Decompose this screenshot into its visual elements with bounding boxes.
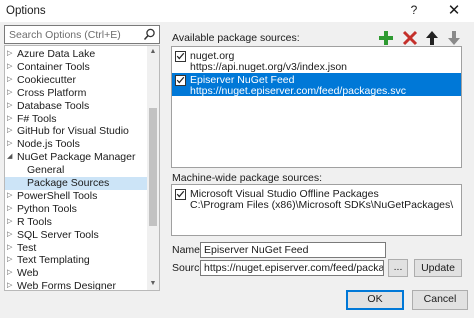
tree-item-label: Web Forms Designer [17,280,117,291]
tree-item-label: Cookiecutter [17,73,76,86]
scroll-down-icon[interactable]: ▼ [147,278,159,290]
help-button[interactable]: ? [404,3,424,19]
collapsed-arrow-icon[interactable]: ▷ [7,280,15,290]
plus-icon [379,31,393,45]
machine-wide-sources-list[interactable]: Microsoft Visual Studio Offline Packages… [171,184,462,236]
tree-item-label: Python Tools [17,202,77,215]
source-url: https://nuget.episerver.com/feed/package… [190,85,406,97]
update-button[interactable]: Update [414,259,462,277]
tree-item[interactable]: Package Sources [5,177,147,190]
search-icon[interactable] [143,28,156,41]
source-checkbox[interactable] [175,189,186,200]
tree-item-label: Azure Data Lake [17,48,96,60]
tree-scrollbar[interactable]: ▲ ▼ [147,46,159,290]
tree-item-label: Text Templating [17,254,90,267]
scroll-up-icon[interactable]: ▲ [147,46,159,58]
collapsed-arrow-icon[interactable]: ▷ [7,203,15,216]
checkmark-icon [176,52,185,60]
tree-item-label: F# Tools [17,112,57,125]
tree-item[interactable]: ▷ Node.js Tools [5,138,147,151]
collapsed-arrow-icon[interactable]: ▷ [7,100,15,113]
checkmark-icon [176,76,185,84]
options-tree[interactable]: ▷ Azure Data Lake ▷ Container Tools ▷ Cookiec… [4,45,160,291]
tree-item[interactable]: ▷ Python Tools [5,203,147,216]
move-down-button[interactable] [443,27,463,46]
ok-button[interactable]: OK [346,290,404,310]
tree-item[interactable]: ▷ SQL Server Tools [5,229,147,242]
collapsed-arrow-icon[interactable]: ▷ [7,74,15,87]
tree-item-label: Package Sources [27,177,110,189]
tree-item-label: General [27,164,65,177]
window-title: Options [6,5,46,17]
x-icon [402,30,418,46]
move-up-button[interactable] [421,27,441,46]
tree-item[interactable]: ◢ NuGet Package Manager [5,151,147,164]
close-button[interactable]: ✕ [440,1,468,21]
tree-item[interactable]: ▷ Database Tools [5,100,147,113]
tree-item[interactable]: ▷ Web [5,267,147,280]
tree-item-label: Database Tools [17,99,90,112]
tree-item[interactable]: ▷ Azure Data Lake [5,48,147,61]
collapsed-arrow-icon[interactable]: ▷ [7,242,15,255]
name-field[interactable]: Episerver NuGet Feed [200,242,386,258]
source-item-episerver[interactable]: Episerver NuGet Feed https://nuget.epise… [172,73,461,97]
tree-item-label: Test [17,241,37,254]
source-field[interactable]: https://nuget.episerver.com/feed/package… [200,260,384,276]
tree-item[interactable]: ▷ Test [5,242,147,255]
tree-item-label: R Tools [17,215,52,228]
available-sources-list[interactable]: nuget.org https://api.nuget.org/v3/index… [171,46,462,168]
tree-item-label: NuGet Package Manager [17,151,136,164]
add-source-button[interactable] [375,27,395,46]
collapsed-arrow-icon[interactable]: ▷ [7,125,15,138]
tree-item-label: Container Tools [17,60,90,73]
tree-item-label: Node.js Tools [17,138,80,151]
scroll-thumb[interactable] [149,108,157,226]
tree-item[interactable]: ▷ Cross Platform [5,87,147,100]
source-checkbox[interactable] [175,51,186,62]
arrow-up-icon [426,31,438,45]
source-item-nuget-org[interactable]: nuget.org https://api.nuget.org/v3/index… [172,49,461,73]
source-checkbox[interactable] [175,75,186,86]
search-input[interactable]: Search Options (Ctrl+E) [4,25,160,44]
expanded-arrow-icon[interactable]: ◢ [7,151,15,164]
collapsed-arrow-icon[interactable]: ▷ [7,87,15,100]
browse-button[interactable]: ... [388,259,408,277]
arrow-down-icon [448,31,460,45]
tree-item-label: SQL Server Tools [17,228,99,241]
collapsed-arrow-icon[interactable]: ▷ [7,254,15,267]
name-label: Name: [172,244,203,256]
search-placeholder: Search Options (Ctrl+E) [9,29,121,41]
source-url: https://api.nuget.org/v3/index.json [190,61,348,73]
tree-item[interactable]: General [5,164,147,177]
collapsed-arrow-icon[interactable]: ▷ [7,229,15,242]
source-item-offline-packages[interactable]: Microsoft Visual Studio Offline Packages… [172,187,461,211]
tree-item[interactable]: ▷ GitHub for Visual Studio [5,125,147,138]
tree-item-label: PowerShell Tools [17,189,98,202]
tree-item-label: GitHub for Visual Studio [17,125,129,138]
cancel-button[interactable]: Cancel [412,290,468,310]
tree-item-label: Cross Platform [17,86,87,99]
collapsed-arrow-icon[interactable]: ▷ [7,48,15,61]
tree-item-label: Web [17,267,39,280]
tree-item[interactable]: ▷ Text Templating [5,254,147,267]
source-url: C:\Program Files (x86)\Microsoft SDKs\Nu… [190,199,454,211]
available-sources-label: Available package sources: [172,32,300,44]
tree-item[interactable]: ▷ Web Forms Designer [5,280,147,291]
title-bar: Options ? ✕ [0,0,474,22]
collapsed-arrow-icon[interactable]: ▷ [7,138,15,151]
checkmark-icon [176,190,185,198]
collapsed-arrow-icon[interactable]: ▷ [7,190,15,203]
collapsed-arrow-icon[interactable]: ▷ [7,61,15,74]
collapsed-arrow-icon[interactable]: ▷ [7,113,15,126]
tree-item[interactable]: ▷ R Tools [5,216,147,229]
tree-item[interactable]: ▷ Container Tools [5,61,147,74]
machine-wide-sources-label: Machine-wide package sources: [172,172,322,184]
tree-item[interactable]: ▷ Cookiecutter [5,74,147,87]
collapsed-arrow-icon[interactable]: ▷ [7,267,15,280]
tree-item[interactable]: ▷ PowerShell Tools [5,190,147,203]
remove-source-button[interactable] [399,27,419,46]
tree-item[interactable]: ▷ F# Tools [5,113,147,126]
collapsed-arrow-icon[interactable]: ▷ [7,216,15,229]
